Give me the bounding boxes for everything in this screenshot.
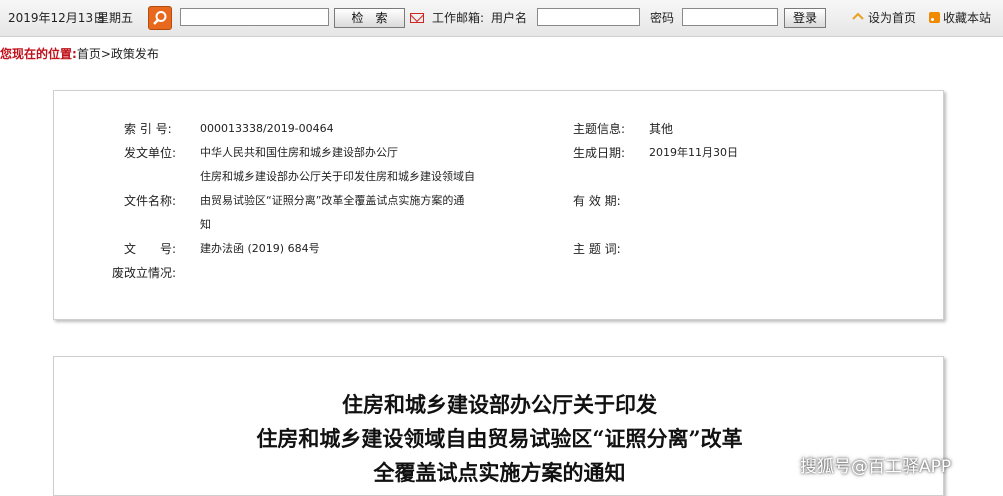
house-icon [852,12,864,20]
issuer-value: 中华人民共和国住房和城乡建设部办公厅 [200,146,398,159]
breadcrumb-label: 您现在的位置: [0,47,77,61]
document-title-line-1: 住房和城乡建设部办公厅关于印发 [342,392,657,417]
top-bar: 2019年12月13日 星期五 检 索 工作邮箱: 用户名 密码 登录 设为首页… [0,0,1003,37]
password-label: 密码 [650,11,675,25]
search-button[interactable]: 检 索 [334,8,405,28]
set-homepage-link[interactable]: 设为首页 [868,0,916,36]
validity-label: 有 效 期: [573,194,621,208]
username-input[interactable] [537,8,640,26]
file-name-line-2: 由贸易试验区“证照分离”改革全覆盖试点实施方案的通 [200,194,465,207]
breadcrumb-path[interactable]: 首页>政策发布 [77,47,159,61]
document-info-panel: 索 引 号: 000013338/2019-00464 主题信息: 其他 发文单… [53,90,944,320]
topic-value: 其他 [649,122,674,136]
username-label: 用户名 [491,11,528,25]
keywords-label: 主 题 词: [573,242,621,256]
password-input[interactable] [682,8,778,26]
rss-icon [929,12,940,23]
doc-number-label: 文 号: [124,242,177,256]
mail-label: 工作邮箱: [432,11,485,25]
magnifier-icon [153,11,167,25]
repeal-status-label: 废改立情况: [112,266,177,280]
envelope-icon [410,13,424,23]
issuer-label: 发文单位: [124,146,177,160]
document-title-line-2: 住房和城乡建设领域自由贸易试验区“证照分离”改革 [256,426,743,451]
file-name-line-3: 知 [200,218,211,231]
bookmark-link[interactable]: 收藏本站 [943,0,991,36]
index-label: 索 引 号: [124,122,172,136]
doc-number-value: 建办法函 (2019) 684号 [200,242,320,255]
date-label: 生成日期: [573,146,626,160]
search-icon-button[interactable] [148,6,172,30]
login-button[interactable]: 登录 [784,8,826,28]
watermark: 搜狐号@百工驿APP [800,457,952,477]
topic-label: 主题信息: [573,122,626,136]
breadcrumb: 您现在的位置:首页>政策发布 [0,44,159,64]
index-value: 000013338/2019-00464 [200,122,334,135]
current-weekday: 星期五 [97,11,134,25]
file-name-line-1: 住房和城乡建设部办公厅关于印发住房和城乡建设领域自 [200,170,475,183]
date-value: 2019年11月30日 [649,146,738,159]
search-input[interactable] [180,8,329,26]
current-date: 2019年12月13日 [8,11,106,25]
file-name-label: 文件名称: [124,194,177,208]
